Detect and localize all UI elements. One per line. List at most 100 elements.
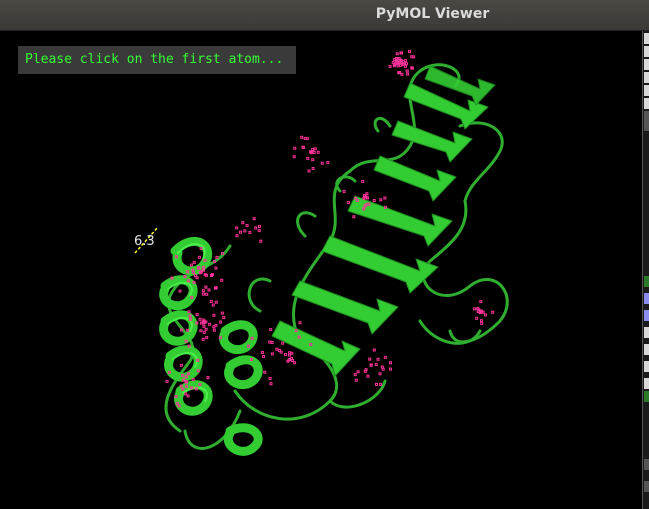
ligand-dot [369, 363, 373, 367]
ligand-dot [388, 64, 392, 68]
ligand-dot [346, 201, 350, 205]
ligand-dot [189, 263, 193, 267]
side-button[interactable] [644, 59, 649, 70]
ligand-dot [204, 285, 208, 289]
ligand-dot [307, 169, 311, 173]
ligand-dot [395, 52, 399, 56]
side-object-marker[interactable] [644, 276, 649, 287]
ligand-dot [298, 321, 302, 325]
side-button[interactable] [644, 481, 649, 492]
side-object-button[interactable] [644, 310, 649, 321]
ligand-dot [395, 57, 398, 61]
ligand-dot [383, 196, 387, 200]
ligand-dot [208, 322, 212, 326]
ligand-dot [241, 221, 245, 225]
ligand-dot [405, 62, 408, 66]
ligand-dot [212, 328, 216, 332]
ligand-dot [365, 192, 369, 196]
ligand-dot [260, 350, 264, 354]
ligand-dot [352, 215, 356, 219]
ligand-dot [374, 363, 378, 367]
ligand-dot [186, 394, 190, 398]
side-button[interactable] [644, 378, 649, 389]
ligand-dot [201, 289, 205, 293]
side-button[interactable] [644, 361, 649, 372]
ligand-dot [258, 224, 261, 228]
ligand-dot [379, 382, 383, 386]
side-button[interactable] [644, 459, 649, 470]
ligand-dot [220, 278, 224, 282]
ligand-dot [205, 292, 209, 296]
ligand-dot [480, 319, 483, 323]
side-button[interactable] [644, 33, 649, 44]
ligand-dot [207, 288, 211, 292]
ligand-dot [406, 72, 410, 76]
side-object-marker[interactable] [644, 391, 649, 402]
ligand-dot [311, 158, 315, 162]
ligand-dot [214, 300, 218, 304]
ligand-dot [287, 353, 291, 357]
ligand-dot [410, 55, 414, 59]
ligand-dot [389, 367, 392, 371]
ligand-dot [198, 317, 202, 321]
ligand-dot [212, 313, 216, 317]
ligand-dot [481, 310, 485, 314]
ligand-dot [404, 64, 407, 68]
ligand-dot [195, 313, 199, 317]
molecule-viewport[interactable]: Please click on the first atom... 6.3 [0, 31, 642, 509]
ligand-dot [301, 145, 305, 149]
ligand-dot [306, 156, 310, 160]
side-panel-strip[interactable] [642, 31, 649, 509]
ligand-dot [239, 230, 242, 234]
ligand-dot [201, 337, 205, 341]
ligand-dot [254, 226, 258, 230]
alpha-helices [159, 236, 263, 456]
ligand-dot [212, 325, 216, 329]
ligand-dot [288, 351, 292, 355]
ligand-dot [305, 137, 309, 141]
protein-cartoon-scene[interactable] [0, 31, 642, 509]
ligand-dot [313, 147, 317, 151]
ligand-dot [179, 363, 183, 367]
ligand-dot [292, 155, 296, 159]
side-button[interactable] [644, 344, 649, 355]
ligand-dot [375, 382, 378, 386]
ligand-dot [243, 229, 247, 233]
ligand-dot [248, 230, 252, 234]
ligand-dot [408, 50, 411, 53]
ligand-dot [312, 151, 316, 154]
ligand-dot [300, 135, 304, 139]
side-button[interactable] [644, 98, 649, 109]
side-button[interactable] [644, 327, 649, 338]
ligand-dot [195, 276, 199, 280]
ligand-dot [259, 239, 263, 243]
ligand-dot [281, 341, 285, 345]
side-button[interactable] [644, 85, 649, 96]
window-titlebar[interactable]: PyMOL Viewer [0, 0, 649, 31]
ligand-dot [202, 324, 206, 328]
ligand-dot [372, 348, 376, 352]
ligand-dot [342, 189, 346, 193]
ligand-dot [381, 367, 385, 371]
side-button[interactable] [644, 72, 649, 83]
ligand-dot [353, 373, 357, 377]
ligand-dot [376, 357, 380, 361]
ligand-dot [201, 292, 205, 296]
ligand-dot [320, 161, 324, 165]
ligand-dot [235, 226, 239, 230]
side-scroll[interactable] [644, 111, 649, 131]
ligand-dot [205, 336, 209, 340]
ligand-dot [311, 167, 315, 170]
ligand-dot [356, 370, 360, 374]
side-object-button[interactable] [644, 293, 649, 304]
ligand-dot [222, 316, 226, 320]
prompt-text: Please click on the first atom... [25, 52, 284, 67]
ligand-dot [480, 321, 484, 325]
side-button[interactable] [644, 46, 649, 57]
ligand-dot [491, 310, 495, 314]
ligand-dot [202, 318, 206, 322]
ligand-dot [269, 382, 273, 386]
ligand-dot [252, 217, 256, 221]
ligand-dot [378, 372, 382, 376]
ligand-dot [293, 146, 297, 150]
